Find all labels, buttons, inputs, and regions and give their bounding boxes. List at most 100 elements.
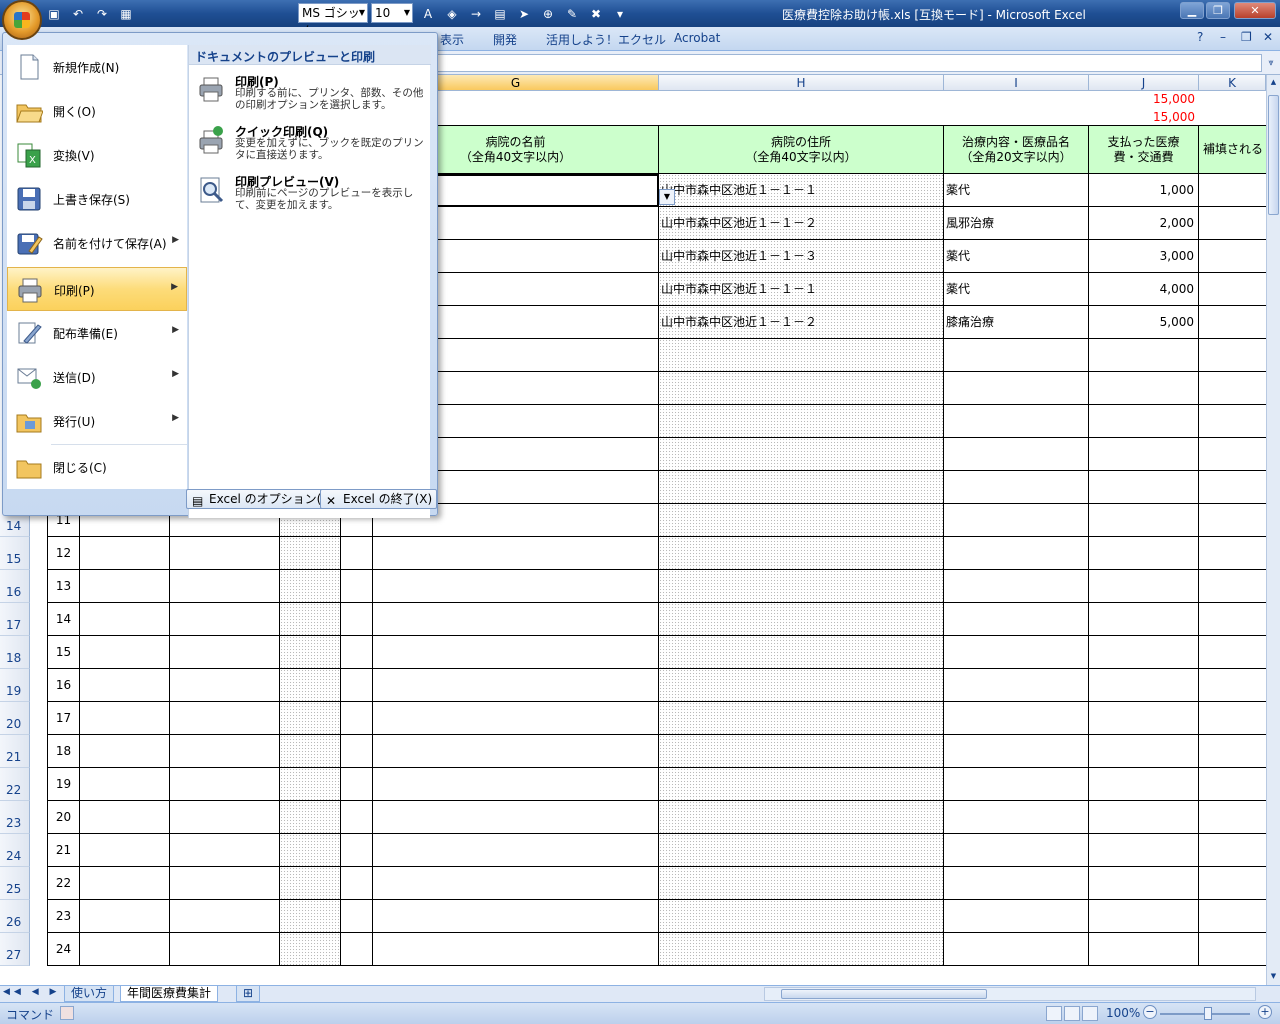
table-cell[interactable] — [944, 768, 1089, 801]
font-color-icon[interactable]: A — [418, 5, 438, 23]
table-cell[interactable] — [944, 669, 1089, 702]
table-cell[interactable] — [944, 339, 1089, 372]
table-cell[interactable] — [80, 834, 170, 867]
table-cell[interactable] — [280, 900, 341, 933]
table-cell[interactable] — [341, 669, 373, 702]
doc-close-icon[interactable]: ✕ — [1263, 30, 1273, 44]
table-cell[interactable] — [170, 834, 280, 867]
table-cell[interactable] — [1199, 471, 1266, 504]
restore-button[interactable]: ❐ — [1206, 2, 1230, 19]
table-cell[interactable] — [1199, 735, 1266, 768]
table-cell[interactable] — [341, 834, 373, 867]
table-cell[interactable] — [80, 933, 170, 966]
row-header[interactable]: 17 — [0, 603, 30, 636]
table-cell[interactable] — [280, 603, 341, 636]
table-cell[interactable]: 2,000 — [1089, 207, 1199, 240]
table-cell[interactable] — [170, 570, 280, 603]
table-cell[interactable] — [373, 702, 659, 735]
menu-item-prepare[interactable]: 配布準備(E) ▶ — [7, 311, 187, 355]
table-cell[interactable] — [1089, 636, 1199, 669]
table-cell[interactable] — [80, 702, 170, 735]
table-cell[interactable] — [944, 702, 1089, 735]
table-cell[interactable] — [170, 636, 280, 669]
fill-color-icon[interactable]: ◈ — [442, 5, 462, 23]
table-cell[interactable]: 山中市森中区池近１－１－１ — [659, 273, 944, 306]
tab-acrobat[interactable]: Acrobat — [674, 31, 720, 45]
zoom-out-icon[interactable]: − — [1143, 1005, 1157, 1019]
table-cell[interactable] — [659, 339, 944, 372]
table-cell[interactable] — [280, 801, 341, 834]
menu-item-open[interactable]: 開く(O) — [7, 89, 187, 133]
help-icon[interactable]: ? — [1197, 30, 1203, 44]
table-cell[interactable] — [1199, 174, 1266, 207]
row-header[interactable]: 24 — [0, 834, 30, 867]
table-cell[interactable] — [373, 768, 659, 801]
table-cell[interactable]: 3,000 — [1089, 240, 1199, 273]
table-cell[interactable] — [1199, 240, 1266, 273]
table-cell[interactable]: 1,000 — [1089, 174, 1199, 207]
font-name-box[interactable]: MS ゴシック▼ — [298, 3, 368, 38]
table-cell[interactable] — [170, 735, 280, 768]
table-cell[interactable]: 16 — [47, 669, 80, 702]
table-cell[interactable] — [280, 669, 341, 702]
table-cell[interactable] — [170, 900, 280, 933]
doc-restore-icon[interactable]: ❐ — [1241, 30, 1252, 44]
table-cell[interactable] — [659, 900, 944, 933]
table-cell[interactable] — [1199, 372, 1266, 405]
table-cell[interactable] — [170, 669, 280, 702]
table-cell[interactable] — [1199, 669, 1266, 702]
table-cell[interactable]: 薬代 — [944, 240, 1089, 273]
table-cell[interactable] — [80, 537, 170, 570]
table-cell[interactable] — [170, 603, 280, 636]
table-cell[interactable]: 5,000 — [1089, 306, 1199, 339]
table-cell[interactable]: 15 — [47, 636, 80, 669]
table-cell[interactable] — [341, 801, 373, 834]
close-button[interactable]: ✕ — [1234, 2, 1276, 19]
table-cell[interactable] — [659, 570, 944, 603]
select-pointer-icon[interactable]: ➤ — [514, 5, 534, 23]
menu-item-print[interactable]: 印刷(P) ▶ — [7, 267, 187, 311]
table-cell[interactable] — [1199, 438, 1266, 471]
row-header[interactable]: 26 — [0, 900, 30, 933]
table-cell[interactable] — [1089, 735, 1199, 768]
vertical-scrollbar[interactable]: ▲ ▼ — [1266, 75, 1280, 985]
excel-options-button[interactable]: ▤ Excel のオプション(I) — [186, 489, 335, 509]
table-cell[interactable] — [341, 933, 373, 966]
table-cell[interactable]: 22 — [47, 867, 80, 900]
menu-item-close[interactable]: 閉じる(C) — [7, 445, 187, 489]
table-cell[interactable] — [659, 801, 944, 834]
horizontal-scrollbar[interactable] — [764, 987, 1256, 1001]
table-cell[interactable] — [1199, 537, 1266, 570]
insert-sheet-icon[interactable]: ⊞ — [236, 986, 261, 1002]
table-cell[interactable]: 山中市森中区池近１－１－３ — [659, 240, 944, 273]
table-cell[interactable] — [280, 834, 341, 867]
table-cell[interactable] — [341, 867, 373, 900]
delete-icon[interactable]: ✖ — [586, 5, 606, 23]
table-cell[interactable] — [341, 636, 373, 669]
table-cell[interactable] — [280, 735, 341, 768]
table-cell[interactable] — [944, 636, 1089, 669]
table-cell[interactable]: 24 — [47, 933, 80, 966]
table-cell[interactable] — [1089, 438, 1199, 471]
row-header[interactable]: 25 — [0, 867, 30, 900]
zoom-slider-knob[interactable] — [1204, 1007, 1212, 1020]
panel-item-print[interactable]: 印刷(P) 印刷する前に、プリンタ、部数、その他の印刷オプションを選択します。 — [189, 71, 431, 119]
table-cell[interactable] — [373, 867, 659, 900]
table-cell[interactable] — [170, 933, 280, 966]
table-cell[interactable] — [373, 933, 659, 966]
table-cell[interactable] — [1089, 933, 1199, 966]
table-cell[interactable] — [280, 867, 341, 900]
tab-view[interactable]: 表示 — [440, 31, 464, 48]
row-header[interactable]: 19 — [0, 669, 30, 702]
sheet-tab-annual[interactable]: 年間医療費集計 — [120, 986, 219, 1002]
table-cell[interactable] — [1199, 900, 1266, 933]
minimize-button[interactable]: ▁ — [1180, 2, 1204, 19]
table-cell[interactable] — [280, 933, 341, 966]
zoom-in-icon[interactable]: + — [1258, 1005, 1272, 1019]
table-cell[interactable] — [944, 834, 1089, 867]
table-cell[interactable] — [170, 801, 280, 834]
table-cell[interactable] — [80, 768, 170, 801]
table-cell[interactable] — [944, 405, 1089, 438]
table-cell[interactable]: 21 — [47, 834, 80, 867]
table-cell[interactable] — [944, 570, 1089, 603]
